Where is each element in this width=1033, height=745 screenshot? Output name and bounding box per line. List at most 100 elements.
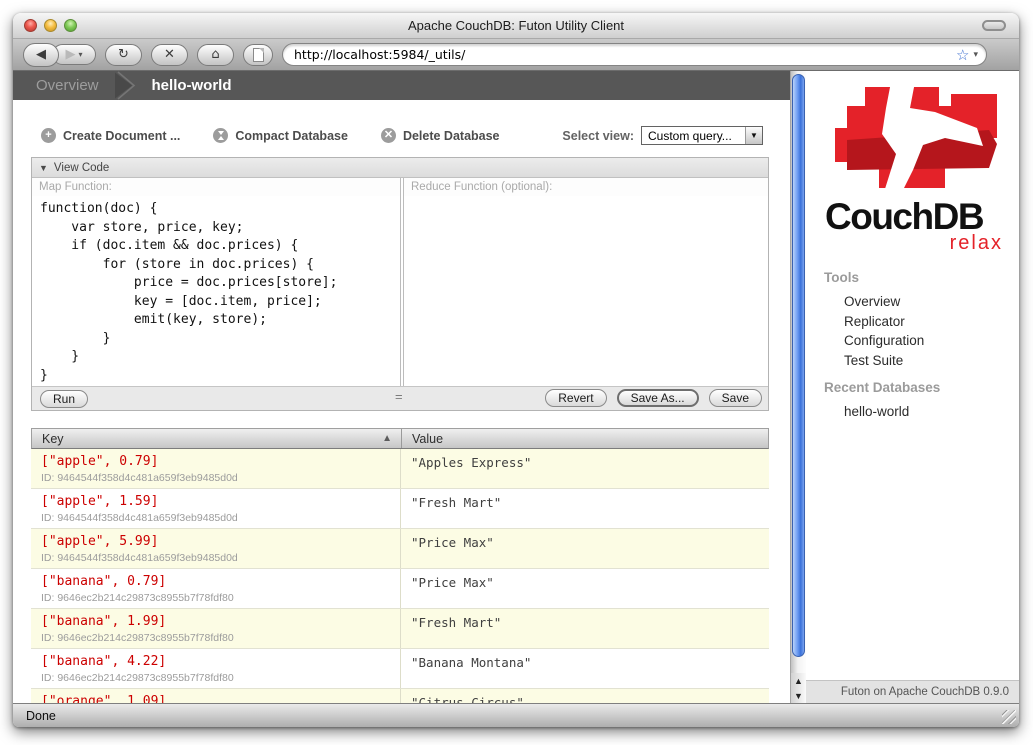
sidebar-item-test-suite[interactable]: Test Suite [844, 351, 1019, 371]
window-titlebar: Apache CouchDB: Futon Utility Client [13, 13, 1019, 39]
row-doc-id: ID: 9646ec2b214c29873c8955b7f78fdf80 [41, 592, 390, 604]
scrollbar-track[interactable] [791, 71, 806, 673]
window-close-button[interactable] [24, 19, 37, 32]
browser-toolbar: ◀ ▶▾ ↻ ✕ ⌂ http://localhost:5984/_utils/… [13, 39, 1019, 71]
run-button[interactable]: Run [40, 390, 88, 408]
row-value: "Fresh Mart" [400, 489, 769, 528]
row-value: "Apples Express" [400, 449, 769, 488]
main-column: Overview hello-world + Create Document . [13, 71, 790, 703]
row-doc-id: ID: 9464544f358d4c481a659f3eb9485d0d [41, 552, 390, 564]
history-dropdown-icon[interactable]: ▾ [78, 50, 82, 59]
home-button[interactable]: ⌂ [197, 44, 234, 66]
resize-grippie[interactable]: = [395, 389, 403, 404]
url-text[interactable]: http://localhost:5984/_utils/ [294, 47, 956, 62]
save-button[interactable]: Save [709, 389, 762, 407]
row-doc-id: ID: 9464544f358d4c481a659f3eb9485d0d [41, 512, 390, 524]
save-as-button[interactable]: Save As... [617, 389, 699, 407]
select-view-label: Select view: [562, 129, 634, 143]
sidebar-item-hello-world[interactable]: hello-world [844, 402, 1019, 422]
plus-circle-icon: + [41, 128, 56, 143]
status-text: Done [26, 709, 56, 723]
sidebar: CouchDB relax Tools Overview Replicator … [806, 71, 1019, 703]
scroll-up-button[interactable]: ▲ [791, 673, 806, 688]
toolbar-toggle-button[interactable] [982, 20, 1006, 31]
view-select-value: Custom query... [642, 129, 745, 143]
table-row[interactable]: ["apple", 1.59] ID: 9464544f358d4c481a65… [31, 489, 769, 529]
scrollbar-thumb[interactable] [792, 74, 805, 657]
dropdown-arrow-icon[interactable]: ▼ [745, 127, 762, 144]
reduce-function-editor[interactable] [404, 196, 768, 386]
breadcrumb-overview-link[interactable]: Overview [36, 77, 99, 94]
breadcrumb: Overview hello-world [13, 71, 790, 100]
table-row[interactable]: ["banana", 0.79] ID: 9646ec2b214c29873c8… [31, 569, 769, 609]
back-button[interactable]: ◀ [23, 43, 59, 67]
revert-button[interactable]: Revert [545, 389, 606, 407]
delete-database-button[interactable]: ✕ Delete Database [381, 128, 500, 143]
sidebar-nav: Tools Overview Replicator Configuration … [806, 270, 1019, 422]
table-row[interactable]: ["banana", 4.22] ID: 9646ec2b214c29873c8… [31, 649, 769, 689]
window-zoom-button[interactable] [64, 19, 77, 32]
sort-ascending-icon[interactable]: ▲ [382, 433, 392, 444]
row-value: "Fresh Mart" [400, 609, 769, 648]
view-code-footer: Run = Revert Save As... Save [32, 386, 768, 410]
view-code-label: View Code [54, 162, 109, 174]
row-key[interactable]: ["apple", 0.79] [41, 454, 390, 469]
back-arrow-icon: ◀ [36, 47, 46, 62]
row-key[interactable]: ["banana", 4.22] [41, 654, 390, 669]
page-content: Overview hello-world + Create Document . [13, 71, 1019, 703]
breadcrumb-current-db: hello-world [152, 77, 232, 94]
scroll-down-button[interactable]: ▼ [791, 688, 806, 703]
row-value: "Banana Montana" [400, 649, 769, 688]
address-dropdown-icon[interactable]: ▾ [973, 50, 978, 60]
window-controls [24, 19, 77, 32]
value-column-header[interactable]: Value [401, 429, 768, 448]
row-key[interactable]: ["banana", 1.99] [41, 614, 390, 629]
table-row[interactable]: ["orange", 1.09] "Citrus Circus" [31, 689, 769, 703]
row-key[interactable]: ["apple", 1.59] [41, 494, 390, 509]
results-table: Key ▲ Value ["apple", 0.79] ID: 9464544f… [31, 428, 769, 703]
reduce-function-label: Reduce Function (optional): [404, 178, 768, 196]
table-header: Key ▲ Value [31, 428, 769, 449]
reload-button[interactable]: ↻ [105, 44, 142, 66]
row-key[interactable]: ["apple", 5.99] [41, 534, 390, 549]
map-function-label: Map Function: [32, 178, 400, 196]
row-value: "Price Max" [400, 569, 769, 608]
key-column-header[interactable]: Key ▲ [32, 429, 401, 448]
vertical-scrollbar[interactable]: ▲ ▼ [790, 71, 806, 703]
window-minimize-button[interactable] [44, 19, 57, 32]
view-code-toggle[interactable]: ▼ View Code [32, 158, 768, 178]
stop-button[interactable]: ✕ [151, 44, 188, 66]
table-row[interactable]: ["banana", 1.99] ID: 9646ec2b214c29873c8… [31, 609, 769, 649]
create-document-button[interactable]: + Create Document ... [41, 128, 180, 143]
row-key[interactable]: ["orange", 1.09] [41, 694, 390, 703]
breadcrumb-chevron-icon [115, 71, 139, 100]
resize-grip[interactable] [1002, 710, 1016, 724]
history-buttons: ◀ ▶▾ [23, 43, 96, 67]
sidebar-item-configuration[interactable]: Configuration [844, 331, 1019, 351]
couchdb-logo[interactable]: CouchDB relax [825, 82, 1005, 253]
compact-circle-icon [213, 128, 228, 143]
bookmark-star-icon[interactable]: ☆ [956, 46, 969, 64]
futon-version: Futon on Apache CouchDB 0.9.0 [806, 680, 1019, 703]
reload-icon: ↻ [118, 47, 129, 62]
row-value: "Price Max" [400, 529, 769, 568]
row-doc-id: ID: 9646ec2b214c29873c8955b7f78fdf80 [41, 632, 390, 644]
page-proxy-button[interactable] [243, 44, 273, 66]
compact-database-button[interactable]: Compact Database [213, 128, 348, 143]
home-icon: ⌂ [211, 47, 219, 62]
row-value: "Citrus Circus" [400, 689, 769, 703]
address-bar[interactable]: http://localhost:5984/_utils/ ☆ ▾ [282, 43, 987, 66]
sidebar-item-overview[interactable]: Overview [844, 292, 1019, 312]
view-code-panel: ▼ View Code Map Function: function(doc) … [31, 157, 769, 411]
sidebar-item-replicator[interactable]: Replicator [844, 312, 1019, 332]
table-row[interactable]: ["apple", 0.79] ID: 9464544f358d4c481a65… [31, 449, 769, 489]
view-select-dropdown[interactable]: Custom query... ▼ [641, 126, 763, 145]
forward-arrow-icon: ▶ [65, 47, 75, 62]
table-row[interactable]: ["apple", 5.99] ID: 9464544f358d4c481a65… [31, 529, 769, 569]
logo-title: CouchDB [825, 199, 1005, 235]
map-function-editor[interactable]: function(doc) { var store, price, key; i… [32, 196, 400, 386]
row-key[interactable]: ["banana", 0.79] [41, 574, 390, 589]
status-bar: Done [13, 703, 1019, 727]
tools-heading: Tools [824, 270, 1019, 285]
collapse-triangle-icon: ▼ [39, 163, 48, 173]
